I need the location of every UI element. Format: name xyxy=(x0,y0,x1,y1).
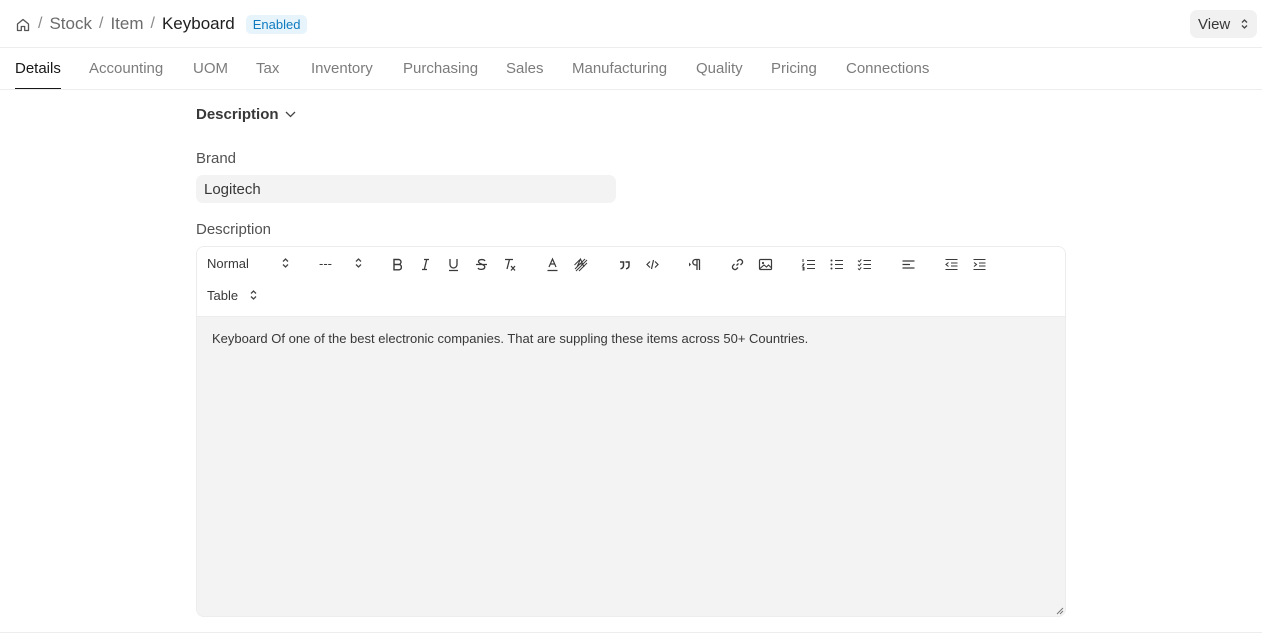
brand-input[interactable] xyxy=(196,175,616,203)
code-icon[interactable] xyxy=(643,255,661,273)
background-color-icon[interactable] xyxy=(571,255,589,273)
link-icon[interactable] xyxy=(728,255,746,273)
blockquote-icon[interactable] xyxy=(615,255,633,273)
top-bar: / Stock / Item / Keyboard Enabled View xyxy=(0,0,1262,48)
breadcrumb-separator: / xyxy=(98,15,104,32)
image-icon[interactable] xyxy=(756,255,774,273)
size-select-value: --- xyxy=(319,256,332,271)
strikethrough-icon[interactable] xyxy=(472,255,490,273)
indent-icon[interactable] xyxy=(970,255,988,273)
size-select[interactable]: --- xyxy=(319,256,362,271)
breadcrumb-separator: / xyxy=(150,15,155,32)
chevron-updown-icon xyxy=(250,290,257,300)
outdent-icon[interactable] xyxy=(942,255,960,273)
section-title: Description xyxy=(196,106,279,123)
tab-uom[interactable]: UOM xyxy=(193,49,228,89)
breadcrumb-item[interactable]: Item xyxy=(110,14,143,34)
chevron-down-icon xyxy=(285,111,295,118)
brand-label: Brand xyxy=(196,150,237,167)
breadcrumb: / Stock / Item / Keyboard Enabled xyxy=(15,12,308,36)
editor-toolbar: Normal --- Table xyxy=(197,247,1065,317)
bullet-list-icon[interactable] xyxy=(827,255,845,273)
italic-icon[interactable] xyxy=(416,255,434,273)
description-label: Description xyxy=(196,221,272,238)
chevron-updown-icon xyxy=(355,258,362,268)
tab-inventory[interactable]: Inventory xyxy=(311,49,373,89)
tab-bar: Details Accounting UOM Tax Inventory Pur… xyxy=(0,49,1262,90)
tab-pricing[interactable]: Pricing xyxy=(771,49,817,89)
tab-details[interactable]: Details xyxy=(15,49,61,89)
divider xyxy=(0,632,1262,633)
align-icon[interactable] xyxy=(899,255,917,273)
description-editor: Normal --- Table Keyboard Of one of the … xyxy=(196,246,1066,617)
text-color-icon[interactable] xyxy=(543,255,561,273)
tab-connections[interactable]: Connections xyxy=(846,49,929,89)
tab-tax[interactable]: Tax xyxy=(256,49,279,89)
check-list-icon[interactable] xyxy=(855,255,873,273)
page-title: Keyboard xyxy=(161,14,235,33)
tab-quality[interactable]: Quality xyxy=(696,49,743,89)
bold-icon[interactable] xyxy=(388,255,406,273)
tab-sales[interactable]: Sales xyxy=(506,49,544,89)
table-select[interactable]: Table xyxy=(207,288,257,303)
ordered-list-icon[interactable] xyxy=(799,255,817,273)
format-select-value: Normal xyxy=(207,256,249,271)
tab-manufacturing[interactable]: Manufacturing xyxy=(572,49,667,89)
clear-format-icon[interactable] xyxy=(500,255,518,273)
format-select[interactable]: Normal xyxy=(207,256,289,271)
breadcrumb-stock[interactable]: Stock xyxy=(49,14,92,34)
home-icon[interactable] xyxy=(15,17,31,33)
description-section-toggle[interactable]: Description xyxy=(196,106,296,123)
tab-accounting[interactable]: Accounting xyxy=(89,49,163,89)
breadcrumb-separator: / xyxy=(38,15,43,32)
view-button[interactable]: View xyxy=(1190,10,1257,38)
chevron-updown-icon xyxy=(282,258,289,268)
view-button-label: View xyxy=(1198,15,1231,33)
status-badge: Enabled xyxy=(245,14,308,34)
description-editor-body[interactable]: Keyboard Of one of the best electronic c… xyxy=(197,317,1065,616)
resize-handle-icon[interactable] xyxy=(1056,607,1064,615)
chevron-updown-icon xyxy=(1241,19,1248,29)
underline-icon[interactable] xyxy=(444,255,462,273)
tab-purchasing[interactable]: Purchasing xyxy=(403,49,478,89)
table-select-value: Table xyxy=(207,288,239,303)
direction-icon[interactable] xyxy=(685,255,703,273)
description-text: Keyboard Of one of the best electronic c… xyxy=(212,331,809,346)
